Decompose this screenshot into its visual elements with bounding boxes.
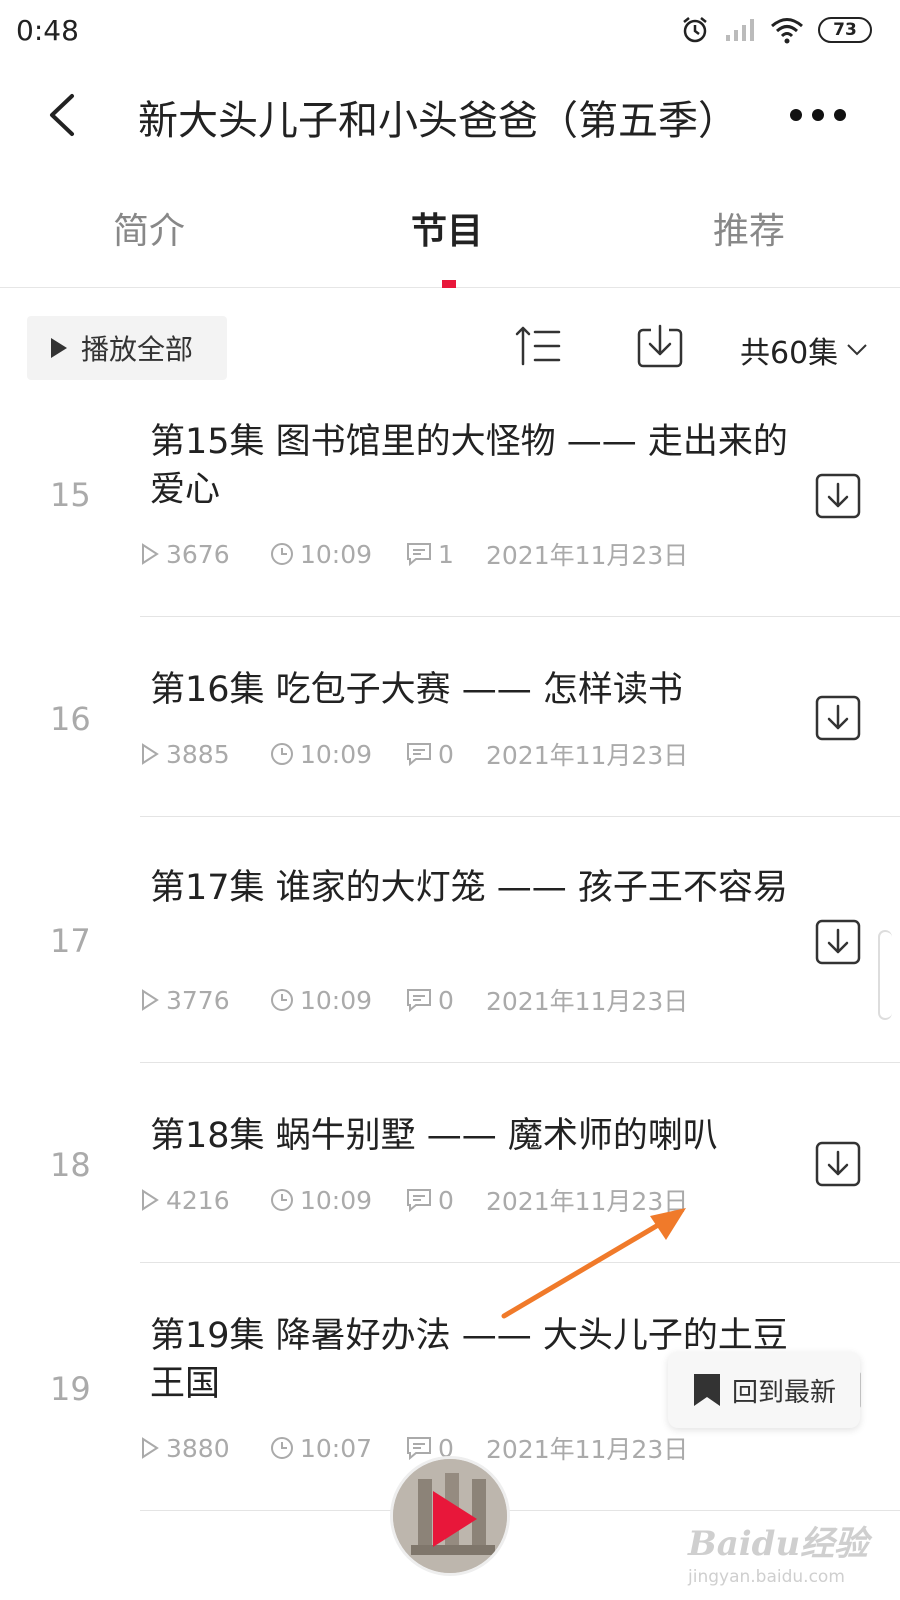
duration: 10:09 (270, 740, 406, 769)
sort-icon[interactable] (515, 324, 563, 368)
episode-title: 第16集 吃包子大赛 —— 怎样读书 (150, 670, 683, 710)
episode-row[interactable]: 17 第17集 谁家的大灯笼 —— 孩子王不容易 3776 10:09 0 20… (0, 864, 900, 1062)
publish-date: 2021年11月23日 (486, 1435, 689, 1464)
header: 新大头儿子和小头爸爸（第五季） (0, 70, 900, 160)
download-icon[interactable] (814, 918, 862, 966)
divider (140, 616, 900, 617)
episode-title: 第18集 蜗牛别墅 —— 魔术师的喇叭 (150, 1116, 718, 1156)
comment-icon (407, 543, 431, 566)
episode-title: 第15集 图书馆里的大怪物 —— 走出来的爱心 (150, 422, 788, 510)
tab-bar: 简介 节目 推荐 (0, 188, 900, 288)
episode-number: 18 (50, 1146, 91, 1184)
play-all-button[interactable]: 播放全部 (27, 316, 227, 380)
play-count-icon (142, 1189, 159, 1211)
comment-icon (407, 1189, 431, 1212)
play-all-label: 播放全部 (81, 333, 194, 366)
play-count-icon (142, 543, 159, 565)
mini-player[interactable] (390, 1456, 510, 1576)
episode-count-label: 共60集 (740, 336, 839, 371)
comment-count: 1 (406, 540, 486, 569)
bookmark-icon (694, 1374, 720, 1406)
status-icons: 73 (680, 14, 872, 46)
play-count: 3880 (140, 1434, 270, 1463)
status-bar: 0:48 73 (0, 0, 900, 62)
page-title: 新大头儿子和小头爸爸（第五季） (138, 98, 738, 144)
episode-meta: 3776 10:09 0 2021年11月23日 (140, 982, 688, 1018)
download-icon[interactable] (814, 1140, 862, 1188)
watermark-url: jingyan.baidu.com (688, 1567, 845, 1587)
episode-number: 16 (50, 700, 91, 738)
watermark-logo: Baidu经验 (688, 1524, 869, 1564)
wifi-icon (771, 18, 803, 44)
comment-count: 0 (406, 740, 486, 769)
episode-row[interactable]: 15 第15集 图书馆里的大怪物 —— 走出来的爱心 3676 10:09 1 … (0, 418, 900, 616)
download-icon[interactable] (814, 472, 862, 520)
episode-row[interactable]: 16 第16集 吃包子大赛 —— 怎样读书 3885 10:09 0 2021年… (0, 666, 900, 816)
comment-icon (407, 743, 431, 766)
alarm-icon (683, 17, 707, 43)
publish-date: 2021年11月23日 (486, 741, 689, 770)
tab-programs[interactable]: 节目 (411, 202, 483, 254)
divider (140, 1510, 900, 1511)
clock-icon (271, 543, 293, 565)
divider (140, 1062, 900, 1063)
chevron-down-icon (847, 344, 867, 356)
duration: 10:09 (270, 540, 406, 569)
watermark: Baidu经验 jingyan.baidu.com (688, 1516, 888, 1587)
play-icon[interactable] (433, 1491, 477, 1547)
clock-icon (271, 743, 293, 765)
comment-icon (407, 989, 431, 1012)
comment-count: 0 (406, 986, 486, 1015)
annotation-arrow-icon (501, 1208, 686, 1319)
comment-icon (407, 1437, 431, 1460)
episode-title: 第17集 谁家的大灯笼 —— 孩子王不容易 (150, 868, 788, 908)
back-icon[interactable] (40, 90, 88, 140)
duration: 10:09 (270, 1186, 406, 1215)
signal-icon (726, 19, 754, 41)
tab-recommend[interactable]: 推荐 (713, 202, 785, 254)
episode-row[interactable]: 18 第18集 蜗牛别墅 —— 魔术师的喇叭 4216 10:09 0 2021… (0, 1112, 900, 1262)
battery-indicator: 73 (818, 17, 872, 43)
play-count-icon (142, 743, 159, 765)
download-icon[interactable] (814, 694, 862, 742)
more-icon[interactable] (786, 100, 850, 130)
episode-count-dropdown[interactable]: 共60集 (740, 328, 868, 372)
publish-date: 2021年11月23日 (486, 987, 689, 1016)
play-icon (51, 338, 67, 358)
tab-intro[interactable]: 简介 (113, 202, 185, 254)
play-count: 3885 (140, 740, 270, 769)
duration: 10:07 (270, 1434, 406, 1463)
play-count: 3676 (140, 540, 270, 569)
clock-icon (271, 989, 293, 1011)
comment-count: 0 (406, 1186, 486, 1215)
duration: 10:09 (270, 986, 406, 1015)
publish-date: 2021年11月23日 (486, 541, 689, 570)
play-count: 3776 (140, 986, 270, 1015)
divider (140, 816, 900, 817)
play-count-icon (142, 989, 159, 1011)
back-to-latest-button[interactable]: 回到最新 (668, 1352, 860, 1428)
download-all-icon[interactable] (636, 322, 684, 370)
status-time: 0:48 (16, 14, 79, 47)
episode-number: 15 (50, 476, 91, 514)
play-count-icon (142, 1437, 159, 1459)
clock-icon (271, 1437, 293, 1459)
episode-meta: 3676 10:09 1 2021年11月23日 (140, 536, 688, 572)
play-count: 4216 (140, 1186, 270, 1215)
episode-number: 19 (50, 1370, 91, 1408)
episode-number: 17 (50, 922, 91, 960)
tab-active-indicator (442, 280, 456, 288)
scrollbar[interactable] (878, 930, 892, 1020)
back-to-latest-label: 回到最新 (732, 1377, 837, 1408)
clock-icon (271, 1189, 293, 1211)
list-toolbar: 播放全部 共60集 (0, 316, 900, 382)
episode-meta: 3885 10:09 0 2021年11月23日 (140, 736, 688, 772)
